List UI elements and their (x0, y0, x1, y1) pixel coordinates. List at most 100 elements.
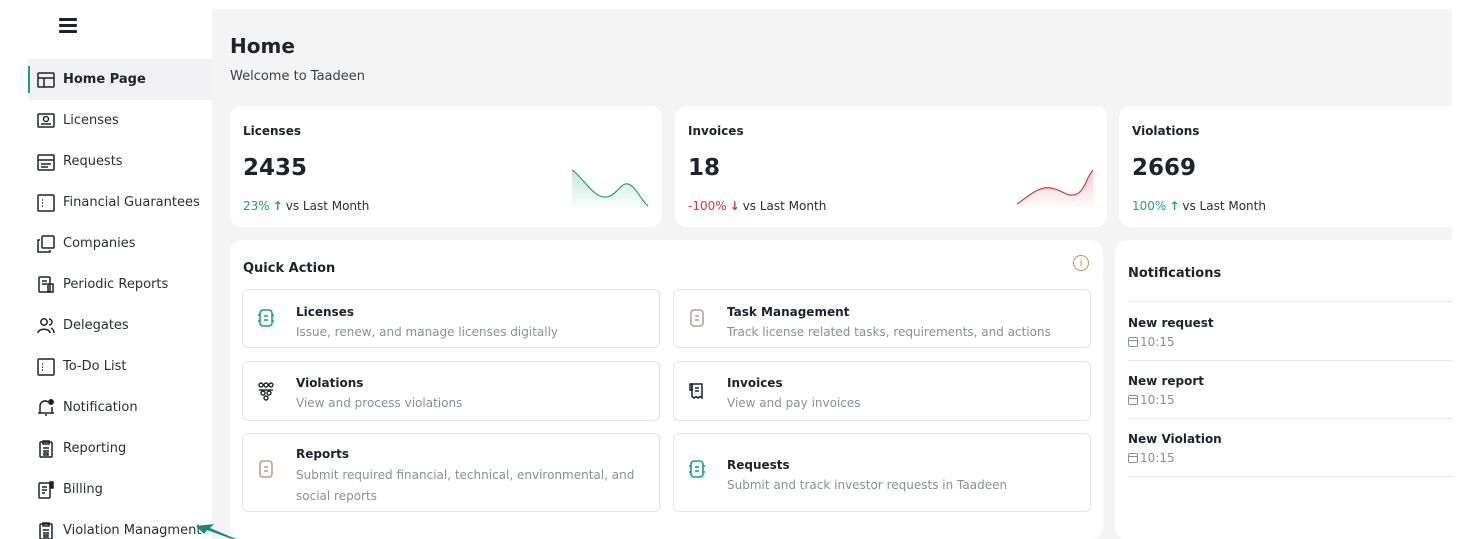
calendar-icon (1128, 395, 1138, 405)
sidebar-item-home-page[interactable]: Home Page (28, 59, 212, 100)
copy-icon (35, 233, 57, 255)
report-icon (35, 274, 57, 296)
notification-time: 10:15 (1128, 393, 1428, 407)
sidebar-item-label: Periodic Reports (63, 277, 169, 292)
report-icon (255, 458, 277, 480)
sidebar-item-financial-guarantees[interactable]: Financial Guarantees (28, 182, 212, 223)
trend-percent: -100% (688, 199, 727, 213)
trend-percent: 23% (243, 199, 270, 213)
sidebar-item-label: Reporting (63, 441, 127, 456)
sidebar-item-label: Licenses (63, 113, 119, 128)
stat-card-violations[interactable]: Violations 2669 100% ↑ vs Last Month (1119, 106, 1452, 227)
sidebar-item-companies[interactable]: Companies (28, 223, 212, 264)
quick-action-reports[interactable]: Reports Submit required financial, techn… (242, 433, 660, 512)
divider (1128, 476, 1452, 477)
sidebar-item-label: Violation Managment (63, 523, 202, 538)
sidebar-item-label: Requests (63, 154, 123, 169)
sidebar-item-billing[interactable]: Billing (28, 469, 212, 510)
violations-icon (255, 380, 277, 402)
clipboard-icon (35, 520, 57, 539)
sidebar-item-notification[interactable]: Notification (28, 387, 212, 428)
pointer-arrow-icon (196, 524, 236, 539)
sidebar-item-label: To-Do List (63, 359, 127, 374)
document-box-icon (35, 356, 57, 378)
stat-title: Violations (1132, 124, 1200, 138)
info-icon[interactable]: i (1073, 255, 1089, 271)
trend-percent: 100% (1132, 199, 1167, 213)
sidebar-item-licenses[interactable]: Licenses (28, 100, 212, 141)
sparkline-chart (1016, 169, 1094, 210)
arrow-up-icon: ↑ (1169, 199, 1180, 213)
stat-value: 2435 (243, 155, 308, 181)
sidebar-item-requests[interactable]: Requests (28, 141, 212, 182)
sidebar-item-label: Notification (63, 400, 138, 415)
task-icon (686, 307, 708, 329)
notification-item[interactable]: New request 10:15 (1128, 316, 1428, 349)
quick-action-invoices[interactable]: Invoices View and pay invoices (673, 361, 1091, 421)
quick-action-task-management[interactable]: Task Management Track license related ta… (673, 289, 1091, 348)
quick-action-desc: Issue, renew, and manage licenses digita… (296, 325, 559, 339)
notifications-panel: Notifications New request 10:15 New repo… (1115, 240, 1452, 539)
sidebar-item-reporting[interactable]: Reporting (28, 428, 212, 469)
notification-item[interactable]: New Violation 10:15 (1128, 432, 1428, 465)
quick-action-desc: View and process violations (296, 396, 463, 410)
page-subtitle: Welcome to Taadeen (230, 69, 365, 84)
sidebar-item-delegates[interactable]: Delegates (28, 305, 212, 346)
bill-icon (35, 479, 57, 501)
sidebar-item-violation-managment[interactable]: Violation Managment (28, 510, 212, 539)
bell-icon (35, 397, 57, 419)
notifications-title: Notifications (1128, 266, 1222, 281)
trend-compare: vs Last Month (742, 199, 827, 213)
notification-name: New Violation (1128, 432, 1222, 446)
time-text: 10:15 (1140, 393, 1175, 407)
time-text: 10:15 (1140, 451, 1175, 465)
page-title: Home (230, 34, 295, 58)
quick-action-title: Quick Action (243, 261, 336, 276)
clipboard-icon (35, 438, 57, 460)
quick-action-name: Task Management (727, 305, 850, 319)
trend-compare: vs Last Month (285, 199, 370, 213)
stat-trend: 100% ↑ vs Last Month (1132, 199, 1266, 213)
stat-trend: -100% ↓ vs Last Month (688, 199, 826, 213)
quick-action-desc: Submit required financial, technical, en… (296, 468, 635, 503)
stat-card-invoices[interactable]: Invoices 18 -100% ↓ vs Last Month (675, 106, 1107, 227)
license-icon (255, 307, 277, 329)
stat-card-licenses[interactable]: Licenses 2435 23% ↑ vs Last Month (230, 106, 662, 227)
notification-item[interactable]: New report 10:15 (1128, 374, 1428, 407)
sidebar: Home Page Licenses Requests Financial Gu… (0, 0, 212, 539)
stat-title: Licenses (243, 124, 301, 138)
sidebar-item-label: Delegates (63, 318, 129, 333)
hamburger-menu-icon[interactable] (59, 18, 77, 33)
divider (1128, 418, 1452, 419)
quick-action-name: Invoices (727, 376, 783, 390)
sidebar-item-to-do-list[interactable]: To-Do List (28, 346, 212, 387)
trend-compare: vs Last Month (1182, 199, 1266, 213)
quick-action-panel: Quick Action i Licenses Issue, renew, an… (230, 240, 1103, 539)
quick-action-licenses[interactable]: Licenses Issue, renew, and manage licens… (242, 289, 660, 348)
arrow-down-icon: ↓ (729, 199, 740, 213)
quick-action-requests[interactable]: Requests Submit and track investor reque… (673, 433, 1091, 512)
arrow-up-icon: ↑ (272, 199, 283, 213)
divider (1128, 360, 1452, 361)
document-box-icon (35, 192, 57, 214)
notification-name: New request (1128, 316, 1214, 330)
calendar-icon (1128, 337, 1138, 347)
layout-icon (35, 69, 57, 91)
stat-title: Invoices (688, 124, 744, 138)
sparkline-chart (571, 169, 649, 210)
quick-action-name: Reports (296, 447, 350, 461)
sidebar-item-periodic-reports[interactable]: Periodic Reports (28, 264, 212, 305)
app-root: Home Page Licenses Requests Financial Gu… (0, 0, 1460, 539)
invoice-icon (686, 380, 708, 402)
quick-action-name: Requests (727, 458, 790, 472)
stat-value: 2669 (1132, 155, 1197, 181)
users-icon (35, 315, 57, 337)
notification-time: 10:15 (1128, 335, 1428, 349)
list-box-icon (35, 151, 57, 173)
quick-action-violations[interactable]: Violations View and process violations (242, 361, 660, 421)
stat-value: 18 (688, 155, 721, 181)
quick-action-name: Violations (296, 376, 364, 390)
time-text: 10:15 (1140, 335, 1175, 349)
quick-action-desc: View and pay invoices (727, 396, 861, 410)
sidebar-item-label: Companies (63, 236, 136, 251)
